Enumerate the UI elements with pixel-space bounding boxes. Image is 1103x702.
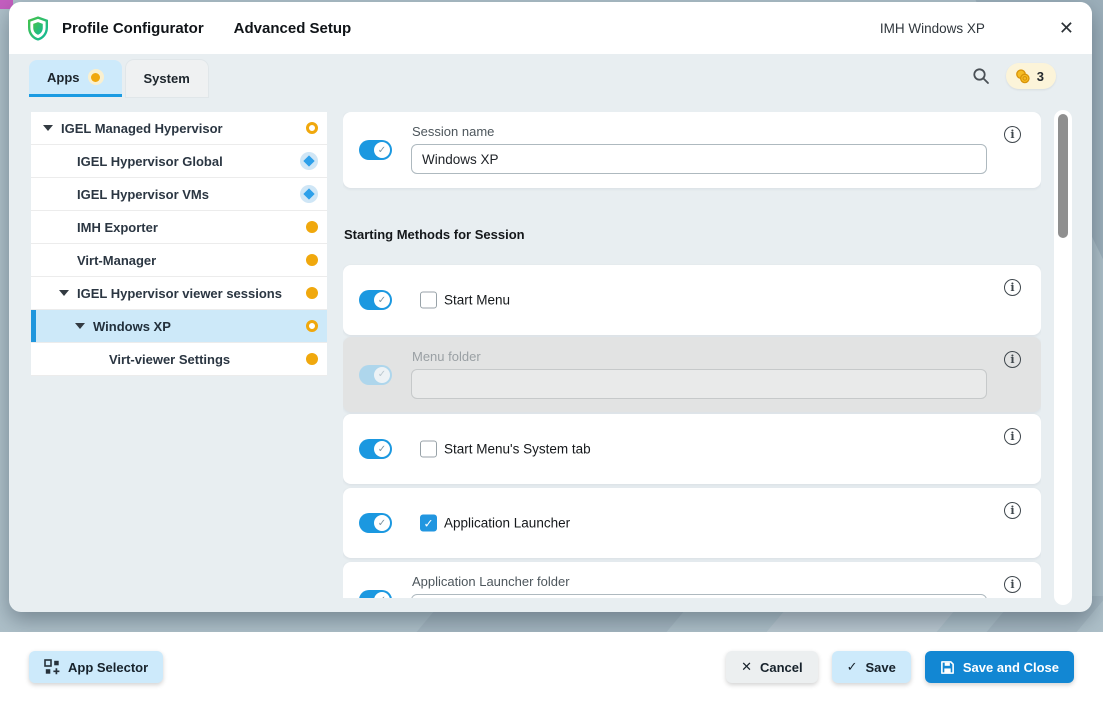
- setting-card-application-launcher: ✓ ✓ Application Launcher i: [343, 488, 1041, 558]
- menu-folder-toggle: ✓: [359, 365, 392, 385]
- info-icon[interactable]: i: [1004, 502, 1021, 519]
- info-icon[interactable]: i: [1004, 351, 1021, 368]
- coin-count: 3: [1037, 69, 1044, 84]
- info-icon[interactable]: i: [1004, 279, 1021, 296]
- cancel-label: Cancel: [760, 660, 803, 675]
- save-button[interactable]: ✓ Save: [832, 651, 911, 683]
- save-and-close-label: Save and Close: [963, 660, 1059, 675]
- tree-item-imh-exporter[interactable]: IMH Exporter: [31, 211, 327, 244]
- start-menu-label: Start Menu: [444, 293, 510, 308]
- tree-item-label: IGEL Hypervisor VMs: [77, 187, 209, 202]
- info-icon[interactable]: i: [1004, 576, 1021, 593]
- caret-down-icon[interactable]: [75, 323, 85, 329]
- tab-system[interactable]: System: [126, 60, 208, 97]
- toggle-check-icon: ✓: [374, 142, 390, 158]
- app-launcher-folder-input[interactable]: [411, 594, 987, 598]
- settings-panel: ✓ Session name i Starting Methods for Se…: [343, 112, 1041, 598]
- tree-item-label: IGEL Hypervisor viewer sessions: [77, 286, 282, 301]
- status-diamond-icon: [300, 152, 318, 170]
- app-launcher-toggle[interactable]: ✓: [359, 513, 392, 533]
- app-launcher-folder-toggle[interactable]: ✓: [359, 590, 392, 598]
- floppy-disk-icon: [940, 660, 955, 675]
- session-name-input[interactable]: [411, 144, 987, 174]
- tree-item-igel-hypervisor-viewer-sessions[interactable]: IGEL Hypervisor viewer sessions: [31, 277, 327, 310]
- app-tree-panel: IGEL Managed Hypervisor IGEL Hypervisor …: [31, 112, 327, 376]
- app-launcher-checkbox[interactable]: ✓: [420, 515, 437, 532]
- modified-dot-icon: [88, 69, 104, 85]
- status-ring-icon: [306, 122, 318, 134]
- setting-card-session-name: ✓ Session name i: [343, 112, 1041, 188]
- settings-scrollbar-track[interactable]: [1054, 110, 1072, 605]
- action-bar: App Selector ✕ Cancel ✓ Save Save and Cl…: [0, 632, 1103, 702]
- menu-folder-label: Menu folder: [412, 349, 481, 364]
- setting-card-start-menu-system-tab: ✓ Start Menu's System tab i: [343, 414, 1041, 484]
- app-selector-label: App Selector: [68, 660, 148, 675]
- tab-bar: Apps System 3: [9, 54, 1092, 97]
- session-name-label: Session name: [412, 124, 494, 139]
- tree-item-label: IGEL Hypervisor Global: [77, 154, 223, 169]
- info-icon[interactable]: i: [1004, 126, 1021, 143]
- dialog-header: Profile Configurator Advanced Setup IMH …: [9, 2, 1092, 54]
- app-title: Profile Configurator: [62, 20, 204, 37]
- check-icon: ✓: [847, 659, 858, 675]
- save-and-close-button[interactable]: Save and Close: [925, 651, 1074, 683]
- status-diamond-icon: [300, 185, 318, 203]
- tree-item-label: Windows XP: [93, 319, 171, 334]
- app-launcher-label: Application Launcher: [444, 516, 570, 531]
- status-ring-icon: [306, 320, 318, 332]
- toggle-check-icon: ✓: [374, 592, 390, 598]
- toggle-check-icon: ✓: [374, 292, 390, 308]
- save-label: Save: [866, 660, 896, 675]
- tree-item-windows-xp[interactable]: Windows XP: [31, 310, 327, 343]
- shield-icon: [27, 16, 49, 41]
- caret-down-icon[interactable]: [43, 125, 53, 131]
- tab-system-label: System: [144, 71, 190, 86]
- status-dot-icon: [306, 353, 318, 365]
- setting-card-menu-folder: ✓ Menu folder i: [343, 337, 1041, 412]
- profile-configurator-dialog: Profile Configurator Advanced Setup IMH …: [9, 2, 1092, 612]
- app-selector-button[interactable]: App Selector: [29, 651, 163, 683]
- close-icon[interactable]: ✕: [1059, 19, 1074, 37]
- session-name-toggle[interactable]: ✓: [359, 140, 392, 160]
- app-grid-plus-icon: [44, 659, 60, 675]
- tree-item-igel-hypervisor-global[interactable]: IGEL Hypervisor Global: [31, 145, 327, 178]
- coins-icon: [1015, 69, 1031, 84]
- tree-item-label: Virt-Manager: [77, 253, 156, 268]
- tree-item-virt-manager[interactable]: Virt-Manager: [31, 244, 327, 277]
- cancel-button[interactable]: ✕ Cancel: [726, 651, 818, 683]
- section-heading: Starting Methods for Session: [344, 227, 525, 242]
- toggle-check-icon: ✓: [374, 367, 390, 383]
- info-icon[interactable]: i: [1004, 428, 1021, 445]
- x-icon: ✕: [741, 659, 752, 675]
- system-tab-checkbox[interactable]: [420, 441, 437, 458]
- tree-item-label: IGEL Managed Hypervisor: [61, 121, 223, 136]
- tree-item-igel-managed-hypervisor[interactable]: IGEL Managed Hypervisor: [31, 112, 327, 145]
- coin-count-badge[interactable]: 3: [1006, 63, 1056, 89]
- settings-scrollbar-thumb[interactable]: [1058, 114, 1068, 238]
- start-menu-toggle[interactable]: ✓: [359, 290, 392, 310]
- caret-down-icon[interactable]: [59, 290, 69, 296]
- toggle-check-icon: ✓: [374, 515, 390, 531]
- system-tab-toggle[interactable]: ✓: [359, 439, 392, 459]
- menu-folder-input: [411, 369, 987, 399]
- tree-item-label: Virt-viewer Settings: [109, 352, 230, 367]
- setting-card-application-launcher-folder: ✓ Application Launcher folder i: [343, 562, 1041, 598]
- tab-apps[interactable]: Apps: [29, 60, 122, 97]
- setting-card-start-menu: ✓ Start Menu i: [343, 265, 1041, 335]
- tab-apps-label: Apps: [47, 70, 80, 85]
- search-icon[interactable]: [972, 67, 990, 85]
- start-menu-checkbox[interactable]: [420, 292, 437, 309]
- status-dot-icon: [306, 287, 318, 299]
- dialog-mode-title: Advanced Setup: [234, 20, 352, 37]
- profile-context-label: IMH Windows XP: [880, 21, 985, 36]
- tree-item-igel-hypervisor-vms[interactable]: IGEL Hypervisor VMs: [31, 178, 327, 211]
- system-tab-label: Start Menu's System tab: [444, 442, 591, 457]
- app-launcher-folder-label: Application Launcher folder: [412, 574, 570, 589]
- toggle-check-icon: ✓: [374, 441, 390, 457]
- tree-item-virt-viewer-settings[interactable]: Virt-viewer Settings: [31, 343, 327, 376]
- tree-item-label: IMH Exporter: [77, 220, 158, 235]
- status-dot-icon: [306, 254, 318, 266]
- status-dot-icon: [306, 221, 318, 233]
